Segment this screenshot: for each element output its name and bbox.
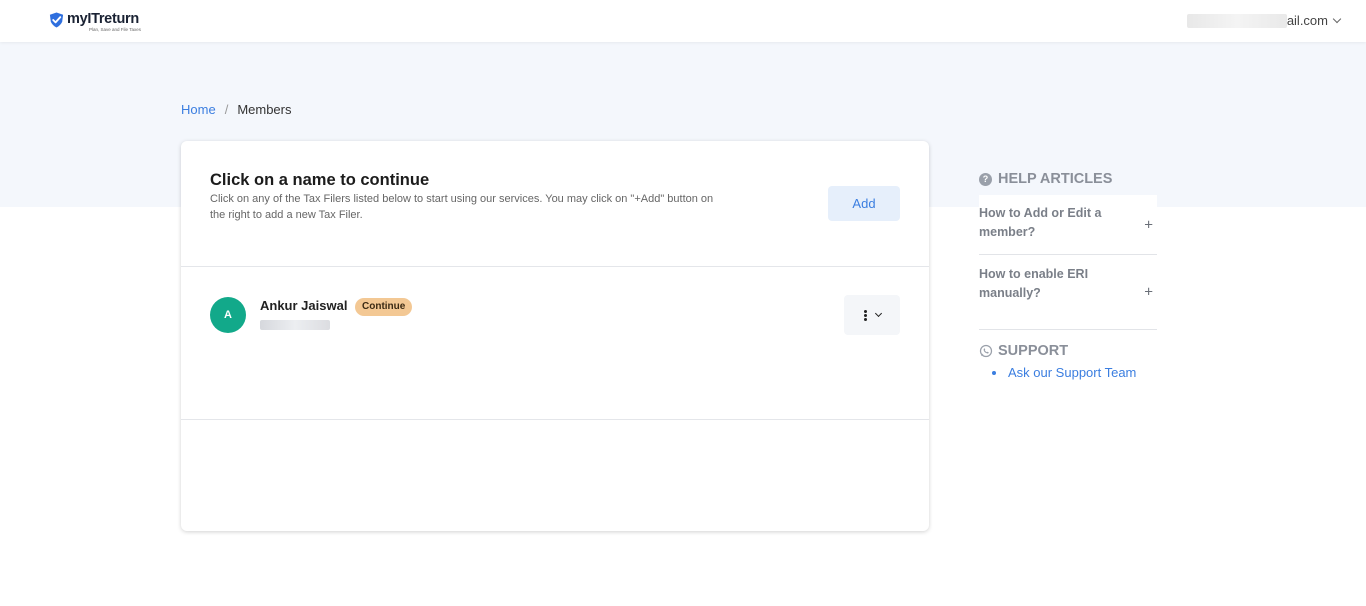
chevron-down-icon <box>874 309 882 318</box>
avatar: A <box>210 297 246 333</box>
member-actions-menu-button[interactable] <box>844 295 900 335</box>
card-title: Click on a name to continue <box>210 171 430 189</box>
help-article-question: How to enable ERI manually? <box>979 267 1089 300</box>
logo-name: myITreturn <box>67 11 139 27</box>
member-name[interactable]: Ankur Jaiswal <box>260 298 347 313</box>
whatsapp-icon <box>979 344 993 358</box>
chevron-down-icon <box>1332 14 1342 24</box>
help-sidebar: ? HELP ARTICLES How to Add or Edit a mem… <box>979 170 1157 380</box>
breadcrumb: Home / Members <box>181 102 292 117</box>
support-links: Ask our Support Team <box>992 365 1136 380</box>
add-member-button[interactable]: Add <box>828 186 900 221</box>
breadcrumb-current: Members <box>237 102 292 117</box>
logo-tagline: Plan, Save and File Taxes <box>89 27 141 32</box>
card-description: Click on any of the Tax Filers listed be… <box>210 193 714 221</box>
logo[interactable]: myITreturn Plan, Save and File Taxes <box>48 11 141 33</box>
account-menu[interactable]: ail.com <box>1186 13 1342 28</box>
breadcrumb-home-link[interactable]: Home <box>181 102 216 117</box>
members-card: Click on a name to continue Click on any… <box>181 141 929 531</box>
member-row[interactable]: A Ankur Jaiswal Continue <box>181 267 929 420</box>
help-article-question: How to Add or Edit a member? <box>979 206 1102 239</box>
support-section: SUPPORT Ask our Support Team <box>979 343 1136 380</box>
help-article-item[interactable]: How to Add or Edit a member? + <box>979 195 1157 255</box>
help-article-item[interactable]: How to enable ERI manually? + <box>979 255 1157 330</box>
support-title: SUPPORT <box>998 343 1069 359</box>
plus-icon[interactable]: + <box>1144 216 1153 233</box>
top-navbar: myITreturn Plan, Save and File Taxes ail… <box>0 0 1366 42</box>
status-badge[interactable]: Continue <box>355 298 413 316</box>
card-header: Click on a name to continue Click on any… <box>181 141 929 267</box>
support-heading: SUPPORT <box>979 343 1136 359</box>
member-subtitle-redacted <box>260 320 330 330</box>
account-email: ail.com <box>1286 13 1328 28</box>
help-articles-title: HELP ARTICLES <box>998 171 1113 187</box>
help-articles-list: How to Add or Edit a member? + How to en… <box>979 195 1157 330</box>
account-email-redacted <box>1186 13 1287 28</box>
help-articles-heading: ? HELP ARTICLES <box>979 170 1157 188</box>
shield-check-icon <box>49 12 64 28</box>
support-link-ask-team[interactable]: Ask our Support Team <box>992 365 1136 380</box>
question-circle-icon: ? <box>979 172 992 186</box>
breadcrumb-separator: / <box>224 102 229 117</box>
plus-icon[interactable]: + <box>1144 284 1153 301</box>
more-vertical-icon <box>863 309 867 321</box>
